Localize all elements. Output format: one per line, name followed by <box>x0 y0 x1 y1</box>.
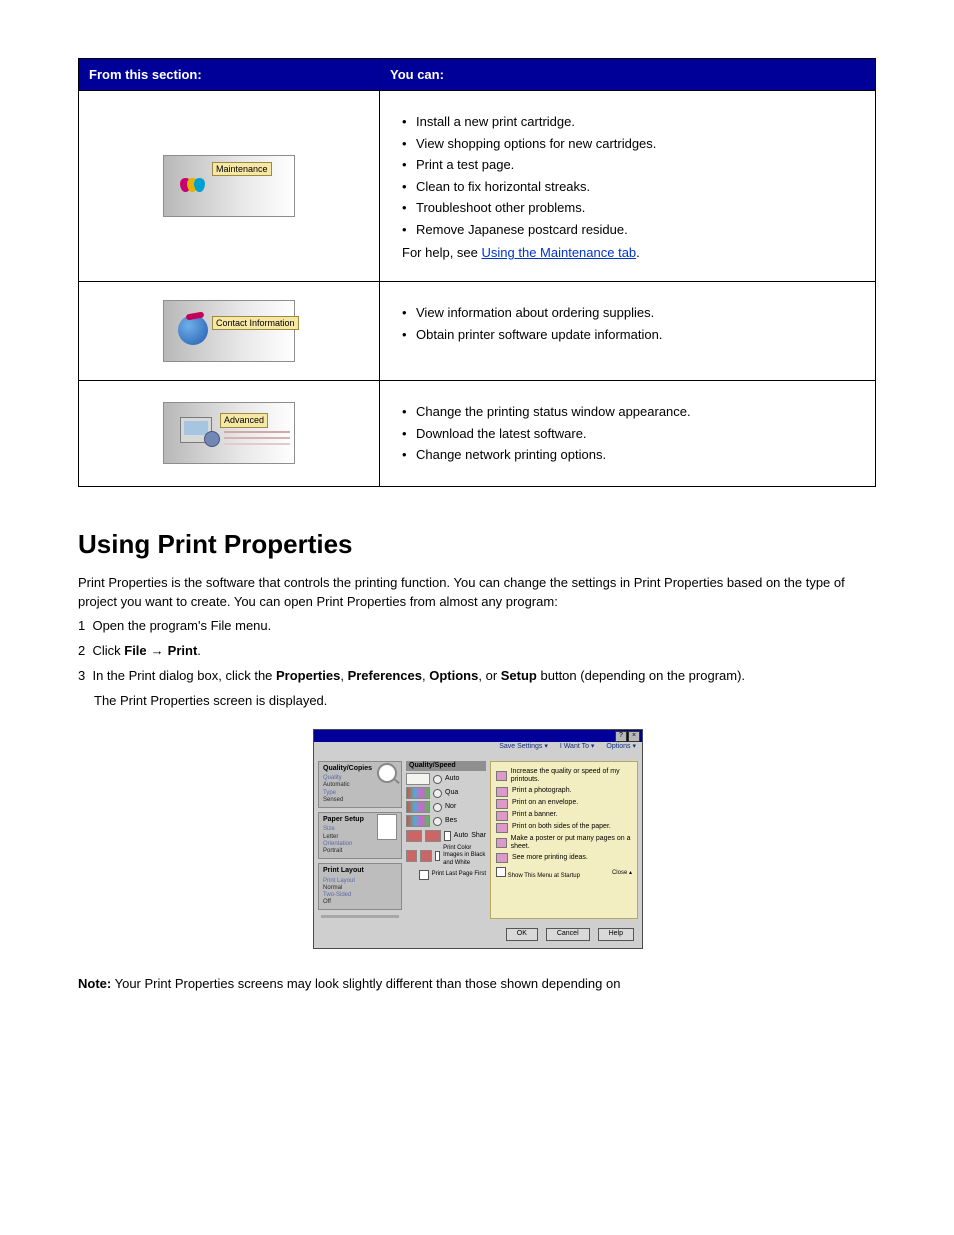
help-button[interactable]: Help <box>598 928 634 940</box>
iwant-item[interactable]: Print a photograph. <box>512 787 572 795</box>
iwant-item[interactable]: Make a poster or put many pages on a she… <box>511 835 632 852</box>
list-item: Install a new print cartridge. <box>402 113 853 131</box>
quality-copies-tab[interactable]: Quality/Copies QualityAutomatic TypeSens… <box>318 761 402 808</box>
print-properties-dialog: ? × Save Settings ▾ I Want To ▾ Options … <box>313 729 641 949</box>
quality-task-icon <box>496 771 507 781</box>
auto-sharpen-checkbox[interactable] <box>444 831 451 841</box>
ok-button[interactable]: OK <box>506 928 538 940</box>
table-row: Maintenance Install a new print cartridg… <box>79 91 876 282</box>
dialog-help-button[interactable]: ? <box>615 731 627 742</box>
bw-checkbox[interactable] <box>435 851 440 861</box>
options-menu[interactable]: Options ▾ <box>606 743 636 750</box>
globe-icon <box>178 315 208 345</box>
step-3-result: The Print Properties screen is displayed… <box>94 692 876 711</box>
dialog-close-button[interactable]: × <box>628 731 640 742</box>
envelope-task-icon <box>496 799 508 809</box>
quality-radio[interactable] <box>433 789 442 798</box>
dialog-titlebar: ? × <box>314 730 642 742</box>
table-row: Advanced Change the printing status wind… <box>79 381 876 487</box>
best-radio[interactable] <box>433 817 442 826</box>
maintenance-help: For help, see Using the Maintenance tab. <box>402 244 853 263</box>
i-want-to-menu[interactable]: I Want To ▾ <box>560 743 595 750</box>
list-item: Clean to fix horizontal streaks. <box>402 178 853 196</box>
list-item: Download the latest software. <box>402 425 853 443</box>
iwant-item[interactable]: Print a banner. <box>512 811 558 819</box>
iwant-item[interactable]: Increase the quality or speed of my prin… <box>511 768 632 785</box>
th-from: From this section: <box>79 59 380 91</box>
maintenance-list: Install a new print cartridge. View shop… <box>402 113 853 238</box>
dialog-menubar: Save Settings ▾ I Want To ▾ Options ▾ <box>314 742 642 757</box>
step-3: 3 In the Print dialog box, click the Pro… <box>78 667 876 686</box>
paper-setup-tab[interactable]: Paper Setup SizeLetter OrientationPortra… <box>318 812 402 859</box>
table-row: Contact Information View information abo… <box>79 282 876 381</box>
list-item: Change the printing status window appear… <box>402 403 853 421</box>
step-2: 2 Click File→Print. <box>78 642 876 661</box>
iwant-close[interactable]: Close ▴ <box>612 870 632 877</box>
normal-radio[interactable] <box>433 803 442 812</box>
more-ideas-icon <box>496 853 508 863</box>
section-title: Using Print Properties <box>78 529 876 560</box>
last-page-first-checkbox[interactable] <box>419 870 429 880</box>
list-item: Print a test page. <box>402 156 853 174</box>
magnifier-icon <box>377 763 397 783</box>
advanced-icon-label: Advanced <box>220 413 268 427</box>
arrow-right-icon: → <box>151 642 164 661</box>
list-item: View information about ordering supplies… <box>402 304 853 322</box>
maintenance-icon: Maintenance <box>163 155 295 217</box>
auto-radio[interactable] <box>433 775 442 784</box>
banner-task-icon <box>496 811 508 821</box>
duplex-task-icon <box>496 823 508 833</box>
quality-speed-header: Quality/Speed <box>406 761 486 771</box>
paper-icon <box>377 814 397 840</box>
list-item: View shopping options for new cartridges… <box>402 135 853 153</box>
step-1: 1 Open the program's File menu. <box>78 617 876 636</box>
contact-info-list: View information about ordering supplies… <box>402 304 853 343</box>
list-item: Change network printing options. <box>402 446 853 464</box>
photo-task-icon <box>496 787 508 797</box>
features-table: From this section: You can: Maintenance <box>78 58 876 487</box>
contact-icon-label: Contact Information <box>212 316 299 330</box>
iwant-item[interactable]: Print on an envelope. <box>512 799 578 807</box>
show-menu-startup-checkbox[interactable] <box>496 867 506 877</box>
contact-information-icon: Contact Information <box>163 300 295 362</box>
advanced-icon: Advanced <box>163 402 295 464</box>
list-item: Obtain printer software update informati… <box>402 326 853 344</box>
print-layout-tab[interactable]: Print Layout Print LayoutNormal Two-Side… <box>318 863 402 910</box>
maintenance-icon-label: Maintenance <box>212 162 272 176</box>
iwant-item[interactable]: Print on both sides of the paper. <box>512 823 611 831</box>
speaker-icon <box>204 431 220 447</box>
i-want-to-panel: Increase the quality or speed of my prin… <box>490 761 638 919</box>
maintenance-help-link[interactable]: Using the Maintenance tab <box>482 245 637 260</box>
list-item: Remove Japanese postcard residue. <box>402 221 853 239</box>
save-settings-menu[interactable]: Save Settings ▾ <box>499 743 548 750</box>
advanced-list: Change the printing status window appear… <box>402 403 853 464</box>
th-can: You can: <box>380 59 876 91</box>
note-paragraph: Note: Your Print Properties screens may … <box>78 975 876 994</box>
iwant-item[interactable]: See more printing ideas. <box>512 854 588 862</box>
cancel-button[interactable]: Cancel <box>546 928 590 940</box>
list-item: Troubleshoot other problems. <box>402 199 853 217</box>
intro-paragraph: Print Properties is the software that co… <box>78 574 876 612</box>
poster-task-icon <box>496 838 507 848</box>
